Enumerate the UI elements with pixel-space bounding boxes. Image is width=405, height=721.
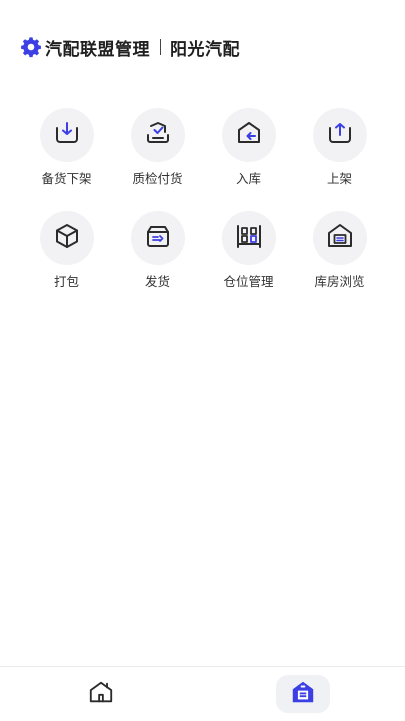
menu-item-label: 库房浏览 bbox=[314, 274, 365, 289]
menu-item-shelve[interactable]: 上架 bbox=[294, 108, 385, 187]
tile-circle bbox=[221, 108, 276, 162]
gear-icon bbox=[20, 36, 42, 58]
house-arrow-in-icon bbox=[235, 119, 263, 151]
menu-item-pick-down[interactable]: 备货下架 bbox=[21, 108, 112, 187]
app-title: 汽配联盟管理 bbox=[45, 39, 150, 60]
menu-item-location-manage[interactable]: 仓位管理 bbox=[203, 211, 294, 290]
tray-up-icon bbox=[326, 119, 354, 151]
tile-circle bbox=[39, 211, 94, 265]
menu-item-warehouse-browse[interactable]: 库房浏览 bbox=[294, 211, 385, 290]
tile-circle bbox=[130, 108, 185, 162]
app-header: 汽配联盟管理 阳光汽配 bbox=[20, 34, 240, 60]
menu-item-label: 质检付货 bbox=[132, 171, 183, 186]
menu-item-ship[interactable]: 发货 bbox=[112, 211, 203, 290]
menu-item-inbound[interactable]: 入库 bbox=[203, 108, 294, 187]
function-grid: 备货下架 质检付货 入库 上架 打包 发货 仓位管理 库房浏览 bbox=[21, 108, 385, 290]
tab-home[interactable] bbox=[74, 675, 128, 713]
menu-item-label: 打包 bbox=[53, 274, 79, 289]
menu-item-label: 仓位管理 bbox=[223, 274, 274, 289]
tray-down-icon bbox=[53, 119, 81, 151]
box-icon bbox=[53, 222, 81, 254]
menu-item-pack[interactable]: 打包 bbox=[21, 211, 112, 290]
tray-check-icon bbox=[144, 119, 172, 151]
header-divider bbox=[160, 39, 161, 55]
tile-circle bbox=[130, 211, 185, 265]
menu-item-label: 入库 bbox=[235, 171, 261, 186]
tab-warehouse[interactable] bbox=[276, 675, 330, 713]
tile-circle bbox=[312, 108, 367, 162]
tile-circle bbox=[39, 108, 94, 162]
shop-name: 阳光汽配 bbox=[170, 39, 240, 60]
warehouse-icon bbox=[326, 222, 354, 254]
tile-circle bbox=[312, 211, 367, 265]
tile-circle bbox=[221, 211, 276, 265]
bottom-nav bbox=[0, 666, 405, 721]
menu-item-label: 备货下架 bbox=[41, 171, 92, 186]
warehouse-filled-icon bbox=[290, 679, 316, 709]
shelf-icon bbox=[235, 222, 263, 254]
menu-item-label: 发货 bbox=[144, 274, 170, 289]
menu-item-label: 上架 bbox=[326, 171, 352, 186]
menu-item-quality-check[interactable]: 质检付货 bbox=[112, 108, 203, 187]
package-send-icon bbox=[144, 222, 172, 254]
home-icon bbox=[88, 679, 114, 709]
